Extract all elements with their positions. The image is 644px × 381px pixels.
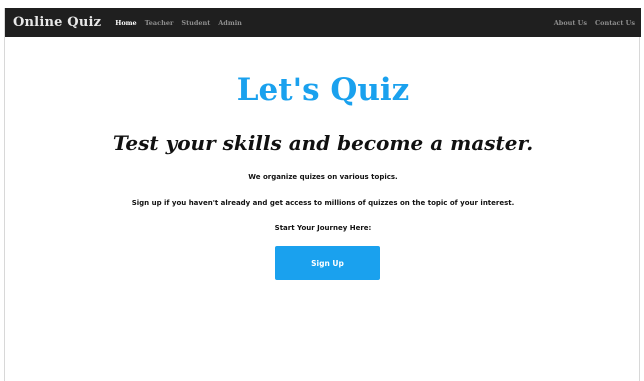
nav-link-contact-us[interactable]: Contact Us: [595, 19, 635, 27]
nav-link-student[interactable]: Student: [181, 19, 210, 27]
nav-link-home[interactable]: Home: [115, 19, 137, 27]
nav-link-admin[interactable]: Admin: [218, 19, 242, 27]
page-title: Let's Quiz: [236, 72, 410, 108]
brand-logo[interactable]: Online Quiz: [13, 15, 101, 30]
nav-left-links: Home Teacher Student Admin: [115, 19, 250, 27]
intro-text: We organize quizes on various topics.: [248, 173, 398, 181]
journey-text: Start Your Journey Here:: [274, 224, 372, 232]
signup-prompt-text: Sign up if you haven't already and get a…: [131, 199, 515, 207]
tagline: Test your skills and become a master.: [112, 131, 534, 155]
top-navbar: Online Quiz Home Teacher Student Admin A…: [5, 8, 641, 37]
browser-viewport: Online Quiz Home Teacher Student Admin A…: [4, 8, 641, 381]
nav-link-about-us[interactable]: About Us: [554, 19, 587, 27]
nav-link-teacher[interactable]: Teacher: [145, 19, 174, 27]
nav-right-links: About Us Contact Us: [552, 8, 641, 37]
sign-up-button[interactable]: Sign Up: [275, 246, 380, 280]
